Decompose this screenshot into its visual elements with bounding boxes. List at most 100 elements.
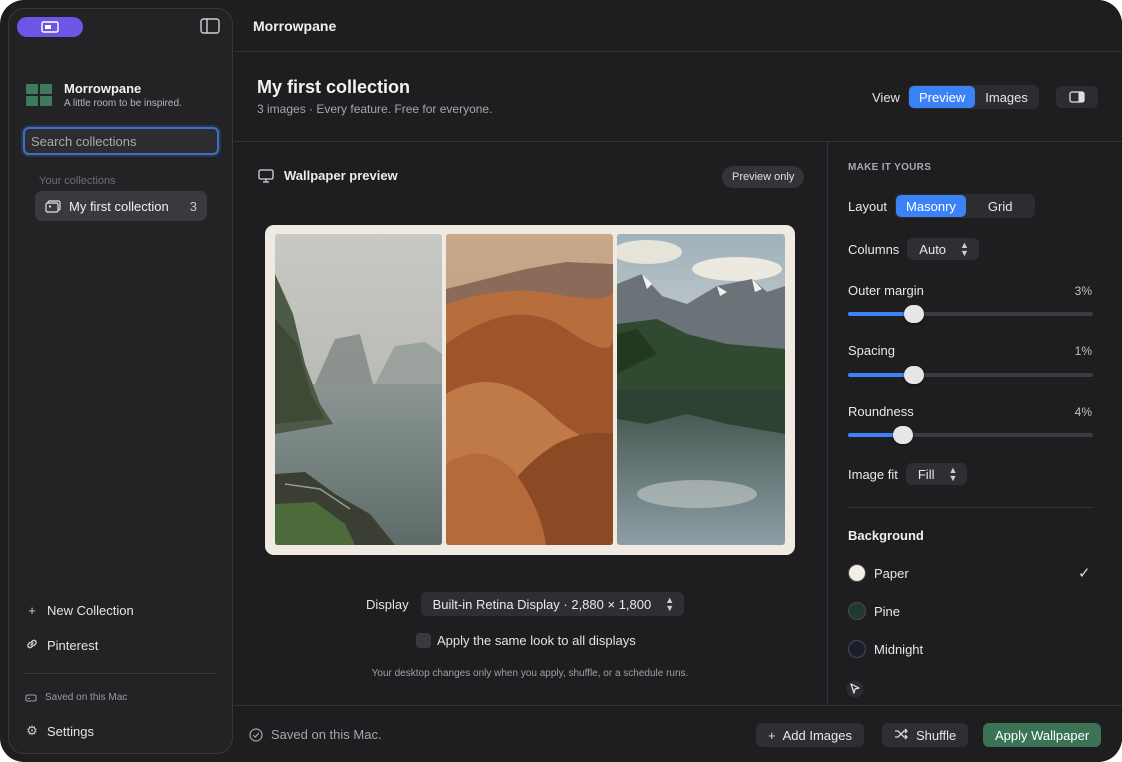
background-option-midnight[interactable]: Midnight (848, 640, 923, 658)
plus-icon: + (768, 727, 776, 743)
background-heading: Background (848, 528, 924, 543)
spacing-slider[interactable] (848, 366, 1093, 384)
background-option-pine[interactable]: Pine (848, 602, 900, 620)
preview-image-mountain-lake (617, 234, 785, 545)
saved-status: Saved on this Mac (25, 692, 127, 703)
background-option-label: Midnight (874, 641, 924, 657)
slider-knob[interactable] (893, 426, 914, 444)
preview-only-badge: Preview only (722, 166, 805, 188)
background-option-label: Paper (874, 565, 909, 581)
add-images-button[interactable]: + Add Images (756, 723, 864, 747)
preview-image-dunes (446, 234, 613, 545)
chevron-up-down-icon: ▲ ▼ (948, 465, 958, 483)
collections-section-label: Your collections (39, 175, 116, 187)
view-label: View (872, 90, 900, 105)
app-window: Morrowpane A little room to be inspired.… (0, 0, 1122, 762)
gear-icon: ⚙ (26, 723, 38, 738)
tab-preview[interactable]: Preview (909, 86, 976, 108)
spacing-label: Spacing (848, 343, 895, 358)
settings-button[interactable]: ⚙ Settings (25, 723, 94, 739)
background-option-paper[interactable]: Paper (848, 564, 909, 582)
sidebar-toggle-icon[interactable] (200, 18, 220, 34)
sidebar-divider (23, 673, 217, 674)
display-select[interactable]: Built-in Retina Display · 2,880 × 1,800 … (420, 592, 685, 616)
swatch-paper (848, 564, 866, 582)
swatch-pine (848, 602, 866, 620)
app-title: Morrowpane (253, 18, 337, 34)
tab-images[interactable]: Images (975, 86, 1038, 108)
outer-margin-label: Outer margin (848, 283, 924, 298)
settings-section-title: MAKE IT YOURS (848, 162, 932, 173)
collection-stack-icon (45, 199, 61, 213)
drive-icon (25, 694, 37, 702)
brand: Morrowpane A little room to be inspired. (26, 81, 182, 109)
settings-panel: MAKE IT YOURS Layout Masonry Grid Column… (827, 142, 1122, 705)
image-fit-select-value: Fill (917, 466, 935, 482)
view-segmented-control: Preview Images (908, 85, 1039, 109)
swatch-midnight (848, 640, 866, 658)
apply-wallpaper-label: Apply Wallpaper (995, 727, 1090, 743)
layout-option-grid[interactable]: Grid (966, 195, 1035, 217)
brand-tagline: A little room to be inspired. (64, 98, 182, 109)
gallery-icon (41, 21, 59, 33)
columns-label: Columns (848, 241, 900, 257)
outer-margin-slider[interactable] (848, 305, 1093, 323)
apply-all-displays-option[interactable]: Apply the same look to all displays (416, 633, 636, 648)
inspector-toggle-button[interactable] (1056, 86, 1098, 108)
preview-header: Wallpaper preview (258, 168, 398, 183)
brand-logo-icon (26, 84, 52, 106)
shuffle-icon (894, 728, 909, 743)
display-select-value: Built-in Retina Display · 2,880 × 1,800 (432, 596, 652, 612)
plus-icon: + (28, 603, 36, 618)
image-fit-select[interactable]: Fill ▲ ▼ (905, 463, 968, 485)
chevron-up-down-icon: ▲ ▼ (665, 595, 675, 613)
layout-option-masonry[interactable]: Masonry (896, 195, 966, 217)
collection-header: My first collection 3 images · Every fea… (234, 52, 1122, 142)
shuffle-label: Shuffle (916, 727, 957, 743)
settings-label: Settings (47, 723, 94, 739)
apply-wallpaper-button[interactable]: Apply Wallpaper (983, 723, 1102, 747)
roundness-label: Roundness (848, 404, 914, 419)
pinterest-label: Pinterest (47, 638, 99, 653)
preview-image-coast (275, 234, 442, 545)
shuffle-button[interactable]: Shuffle (882, 723, 969, 747)
sidebar: Morrowpane A little room to be inspired.… (8, 8, 233, 754)
title-bar: Morrowpane (234, 0, 1122, 52)
columns-select-value: Auto (919, 241, 947, 257)
image-fit-label: Image fit (848, 466, 898, 482)
pinterest-button[interactable]: Pinterest (25, 637, 98, 654)
new-collection-label: New Collection (47, 603, 134, 618)
page-title: My first collection (257, 77, 411, 97)
chevron-up-down-icon: ▲ ▼ (960, 240, 969, 258)
new-collection-button[interactable]: + New Collection (25, 603, 134, 618)
layout-label: Layout (848, 198, 888, 214)
sidebar-item-label: My first collection (69, 198, 169, 214)
display-label: Display (366, 596, 409, 612)
preview-title: Wallpaper preview (284, 168, 398, 183)
apply-all-checkbox[interactable] (416, 633, 431, 648)
preview-note: Your desktop changes only when you apply… (371, 668, 689, 679)
check-circle-icon (249, 727, 263, 742)
outer-margin-value: 3% (1074, 284, 1092, 298)
brand-name: Morrowpane (64, 81, 142, 96)
search-input[interactable] (23, 127, 219, 155)
brand-pill-button[interactable] (17, 17, 83, 37)
columns-select[interactable]: Auto ▲ ▼ (907, 238, 979, 260)
layout-row: Layout Masonry Grid (848, 194, 1036, 218)
spacing-value: 1% (1074, 344, 1092, 358)
image-fit-row: Image fit Fill ▲ ▼ (848, 463, 968, 485)
roundness-slider[interactable] (848, 426, 1093, 444)
footer-saved-label: Saved on this Mac. (271, 727, 382, 742)
sidebar-item-my-first-collection[interactable]: My first collection 3 (35, 191, 207, 221)
footer-saved-status: Saved on this Mac. (249, 727, 382, 742)
slider-knob[interactable] (904, 366, 925, 384)
cursor-arrow-icon (846, 680, 864, 703)
checkmark-icon: ✓ (1078, 565, 1091, 582)
slider-knob[interactable] (904, 305, 925, 323)
layout-segmented-control: Masonry Grid (895, 194, 1036, 218)
saved-status-label: Saved on this Mac (45, 692, 128, 703)
apply-all-label: Apply the same look to all displays (437, 633, 636, 648)
monitor-icon (258, 168, 274, 183)
wallpaper-preview-frame (265, 225, 795, 555)
page-subtitle: 3 images · Every feature. Free for every… (257, 102, 493, 116)
